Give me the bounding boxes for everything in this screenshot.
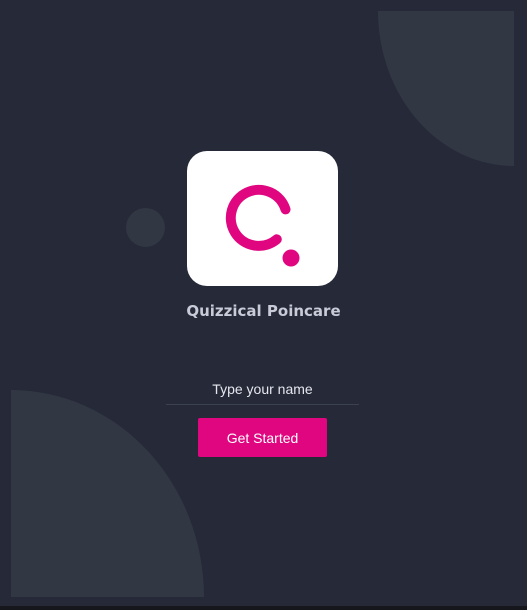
decorative-quarter-circle-bottom — [11, 390, 204, 597]
start-screen: Quizzical Poincare Get Started — [0, 0, 527, 606]
bottom-edge — [0, 606, 527, 610]
decorative-small-circle — [126, 208, 165, 247]
app-logo — [187, 151, 338, 286]
decorative-quarter-circle-top — [378, 11, 514, 166]
quizzical-q-logo-icon — [225, 184, 300, 267]
get-started-button[interactable]: Get Started — [198, 418, 327, 457]
app-name: Quizzical Poincare — [186, 302, 341, 320]
name-input[interactable] — [166, 373, 359, 405]
